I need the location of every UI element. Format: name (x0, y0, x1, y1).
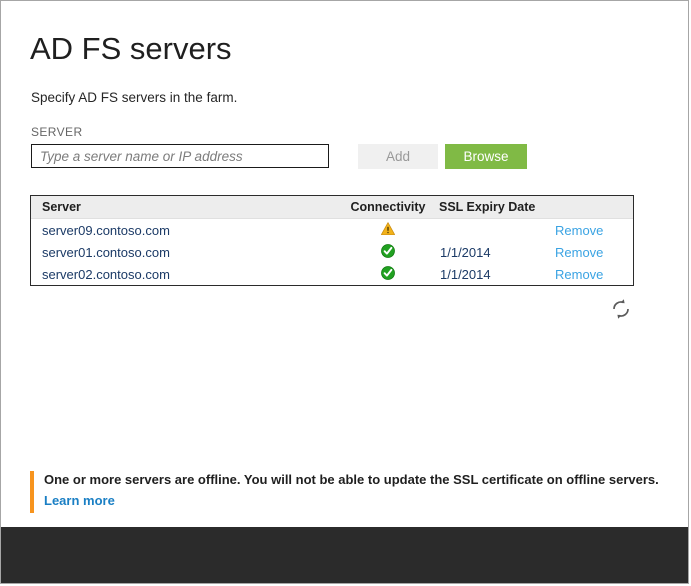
remove-link[interactable]: Remove (555, 223, 603, 238)
server-table: Server Connectivity SSL Expiry Date serv… (30, 195, 634, 286)
warning-icon (381, 222, 395, 238)
remove-link[interactable]: Remove (555, 245, 603, 260)
column-header-server: Server (42, 200, 81, 214)
cell-server-name: server09.contoso.com (42, 222, 170, 238)
remove-link[interactable]: Remove (555, 267, 603, 282)
cell-ssl-expiry: 1/1/2014 (440, 266, 491, 282)
cell-connectivity (339, 222, 437, 239)
cell-server-name: server02.contoso.com (42, 266, 170, 282)
warning-message: One or more servers are offline. You wil… (44, 472, 659, 487)
table-row[interactable]: server02.contoso.com 1/1/2014 Remove (31, 263, 633, 285)
cell-action: Remove (555, 223, 633, 238)
page-title: AD FS servers (30, 31, 232, 66)
refresh-button[interactable] (609, 297, 633, 321)
wizard-window: AD FS servers Specify AD FS servers in t… (0, 0, 689, 584)
server-field-label: SERVER (31, 125, 83, 139)
table-row[interactable]: server01.contoso.com 1/1/2014 Remove (31, 241, 633, 263)
content-area: AD FS servers Specify AD FS servers in t… (1, 1, 688, 526)
footer-bar: Previous Next (1, 527, 688, 583)
column-header-ssl-expiry: SSL Expiry Date (439, 200, 536, 214)
refresh-icon (609, 299, 633, 324)
warning-banner: One or more servers are offline. You wil… (30, 471, 660, 513)
check-circle-icon (381, 243, 395, 261)
cell-ssl-expiry: 1/1/2014 (440, 244, 491, 260)
add-button[interactable]: Add (358, 144, 438, 169)
warning-accent-bar (30, 471, 34, 513)
cell-connectivity (339, 243, 437, 260)
check-circle-icon (381, 265, 395, 283)
table-row[interactable]: server09.contoso.com Remove (31, 219, 633, 241)
server-input[interactable] (31, 144, 329, 168)
cell-connectivity (339, 265, 437, 282)
column-header-connectivity: Connectivity (350, 200, 426, 214)
cell-action: Remove (555, 245, 633, 260)
learn-more-link[interactable]: Learn more (44, 493, 115, 508)
cell-action: Remove (555, 267, 633, 282)
cell-server-name: server01.contoso.com (42, 244, 170, 260)
browse-button[interactable]: Browse (445, 144, 527, 169)
page-subtitle: Specify AD FS servers in the farm. (31, 90, 238, 105)
table-header-row: Server Connectivity SSL Expiry Date (31, 196, 633, 219)
